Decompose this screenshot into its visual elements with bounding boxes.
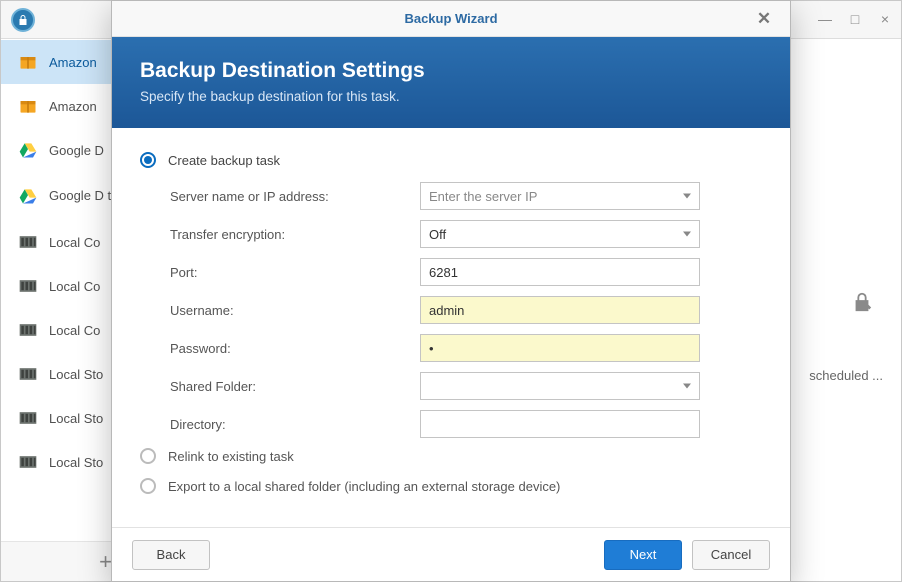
cancel-button[interactable]: Cancel	[692, 540, 770, 570]
modal-titlebar: Backup Wizard ✕	[112, 1, 790, 37]
banner-subtitle: Specify the backup destination for this …	[140, 89, 762, 104]
back-button[interactable]: Back	[132, 540, 210, 570]
label-directory: Directory:	[170, 417, 420, 432]
storage-icon	[17, 319, 39, 341]
label-server: Server name or IP address:	[170, 189, 420, 204]
app-logo-icon	[11, 8, 35, 32]
storage-icon	[17, 363, 39, 385]
storage-icon	[17, 231, 39, 253]
amazon-box-icon	[17, 95, 39, 117]
radio-relink-task[interactable]: Relink to existing task	[140, 448, 762, 464]
window-minimize-icon[interactable]: —	[815, 11, 835, 27]
encryption-select[interactable]: Off	[420, 220, 700, 248]
backup-wizard-modal: Backup Wizard ✕ Backup Destination Setti…	[111, 0, 791, 582]
radio-icon[interactable]	[140, 448, 156, 464]
modal-banner: Backup Destination Settings Specify the …	[112, 37, 790, 128]
radio-label: Relink to existing task	[168, 449, 294, 464]
modal-title: Backup Wizard	[404, 11, 497, 26]
next-button[interactable]: Next	[604, 540, 682, 570]
label-password: Password:	[170, 341, 420, 356]
storage-icon	[17, 407, 39, 429]
modal-body: Create backup task Server name or IP add…	[112, 128, 790, 527]
sidebar-item-label: Amazon	[49, 55, 97, 70]
shared-folder-select[interactable]	[420, 372, 700, 400]
server-ip-placeholder: Enter the server IP	[429, 189, 537, 204]
port-input[interactable]	[420, 258, 700, 286]
window-close-icon[interactable]: ×	[875, 11, 895, 27]
label-encryption: Transfer encryption:	[170, 227, 420, 242]
modal-footer: Back Next Cancel	[112, 527, 790, 581]
amazon-box-icon	[17, 51, 39, 73]
scheduled-text: scheduled ...	[809, 368, 883, 383]
chevron-down-icon	[683, 384, 691, 389]
plus-icon: +	[99, 549, 112, 575]
sidebar-item-label: Google D	[49, 143, 104, 158]
radio-create-task[interactable]: Create backup task	[140, 152, 762, 168]
storage-icon	[17, 275, 39, 297]
google-drive-icon	[17, 139, 39, 161]
chevron-down-icon	[683, 232, 691, 237]
sidebar-item-label: Amazon	[49, 99, 97, 114]
radio-label: Create backup task	[168, 153, 280, 168]
radio-label: Export to a local shared folder (includi…	[168, 479, 560, 494]
modal-close-icon[interactable]: ✕	[748, 1, 780, 37]
username-input[interactable]	[420, 296, 700, 324]
banner-title: Backup Destination Settings	[140, 59, 762, 83]
label-port: Port:	[170, 265, 420, 280]
label-username: Username:	[170, 303, 420, 318]
sidebar-item-label: Local Co	[49, 235, 100, 250]
sidebar-item-label: Local Sto	[49, 455, 103, 470]
directory-input[interactable]	[420, 410, 700, 438]
google-drive-icon	[17, 185, 39, 207]
server-ip-select[interactable]: Enter the server IP	[420, 182, 700, 210]
sidebar-item-label: Local Co	[49, 323, 100, 338]
sidebar-item-label: Local Sto	[49, 367, 103, 382]
password-input[interactable]	[420, 334, 700, 362]
radio-icon[interactable]	[140, 152, 156, 168]
label-shared: Shared Folder:	[170, 379, 420, 394]
storage-icon	[17, 451, 39, 473]
sidebar-item-label: Local Sto	[49, 411, 103, 426]
radio-icon[interactable]	[140, 478, 156, 494]
radio-export-task[interactable]: Export to a local shared folder (includi…	[140, 478, 762, 494]
window-maximize-icon[interactable]: □	[845, 11, 865, 27]
chevron-down-icon	[683, 194, 691, 199]
lock-key-icon[interactable]	[851, 291, 873, 316]
sidebar-item-label: Local Co	[49, 279, 100, 294]
encryption-value: Off	[429, 227, 446, 242]
